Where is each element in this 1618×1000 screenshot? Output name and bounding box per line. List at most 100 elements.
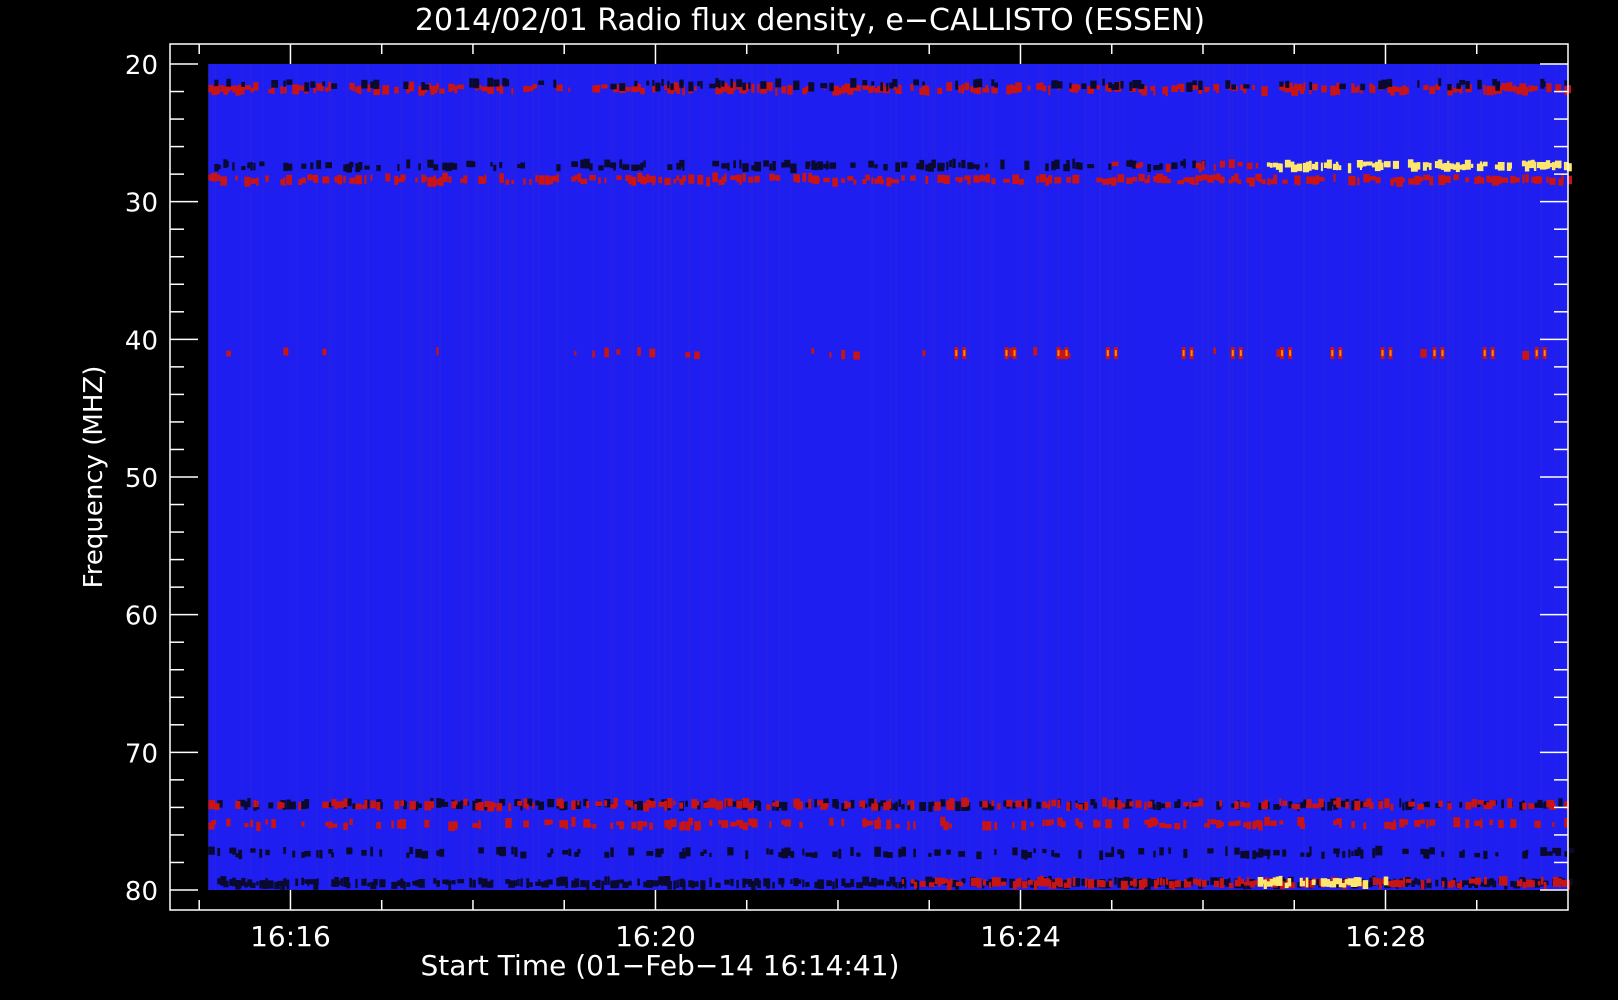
band-cell [1558,798,1563,808]
band-cell [922,350,926,357]
band-cell [1321,85,1327,93]
band-cell [673,800,676,806]
band-cell [1365,161,1373,166]
band-cell [850,799,855,809]
band-cell [1513,85,1516,93]
background-texture [1201,64,1203,890]
band-cell [1465,819,1470,828]
y-tick-label: 20 [125,51,158,81]
band-cell [937,174,945,183]
band-cell [631,176,637,186]
background-texture [700,64,702,890]
band-cell [1258,173,1262,183]
band-cell [1219,800,1223,807]
band-cell [1311,163,1315,170]
band-cell [211,172,218,182]
band-cell [1207,819,1210,828]
background-texture [1108,64,1110,890]
band-cell [1057,799,1061,809]
band-cell [1045,819,1052,826]
band-cell [1522,350,1530,360]
band-cell [325,162,332,169]
band-cell [364,799,368,808]
band-cell [586,823,592,828]
band-cell [418,803,422,808]
band-cell [808,161,811,167]
band-cell [1285,87,1289,93]
band-cell [1099,850,1104,860]
background-texture [1345,64,1347,890]
band-cell [355,86,359,93]
band-cell [418,879,425,888]
band-cell [253,800,257,808]
band-cell [1267,849,1270,860]
band-cell [1195,85,1199,90]
band-cell [226,350,231,357]
background-texture [331,64,333,890]
band-cell [1036,801,1041,809]
band-cell [1054,853,1060,858]
band-cell [265,849,270,856]
band-cell [958,162,961,168]
band-cell [250,162,253,171]
band-cell [1111,161,1119,167]
burst-41mhz-core [1190,350,1193,357]
band-cell [967,176,971,185]
band-cell [1279,798,1282,806]
band-cell [1192,160,1197,169]
band-cell [1465,81,1470,89]
band-cell [697,81,701,86]
band-cell [877,879,884,886]
band-cell [997,803,1001,810]
band-cell [1066,801,1071,811]
band-cell [613,164,616,171]
band-cell [976,877,982,888]
band-cell [1114,178,1117,183]
band-cell [517,801,523,806]
band-cell [433,878,437,884]
band-cell [1165,86,1168,97]
background-texture [991,64,993,890]
background-texture [1438,64,1440,890]
band-cell [1159,803,1166,809]
band-cell [1057,81,1063,89]
band-cell [1362,880,1369,889]
band-cell [1429,847,1435,855]
band-cell [1470,163,1474,168]
band-cell [1333,819,1337,826]
band-cell [1471,799,1477,808]
band-cell [391,881,398,889]
band-cell [1462,849,1465,856]
band-cell [706,176,711,187]
band-cell [1299,877,1303,887]
band-cell [829,162,837,169]
band-cell [742,163,749,172]
band-cell [1294,83,1298,91]
band-cell [991,877,996,887]
band-cell [1498,876,1502,886]
band-cell [454,800,458,805]
band-cell [994,849,997,855]
band-cell [1426,850,1430,859]
band-cell [571,816,576,827]
band-cell [892,179,899,184]
band-cell [1338,878,1343,888]
band-cell [436,347,439,356]
band-cell [1180,83,1185,92]
background-texture [433,64,435,890]
band-cell [757,83,760,93]
band-cell [721,80,725,87]
band-cell [733,160,736,169]
band-cell [649,348,656,358]
band-cell [250,882,256,888]
band-cell [1186,82,1193,92]
band-cell [556,174,559,183]
band-cell [679,79,684,89]
band-cell [298,801,301,811]
band-cell [1405,87,1409,94]
band-cell [1495,852,1499,857]
band-cell [757,880,761,889]
band-cell [601,880,605,891]
background-texture [466,64,468,890]
band-cell [301,177,307,184]
